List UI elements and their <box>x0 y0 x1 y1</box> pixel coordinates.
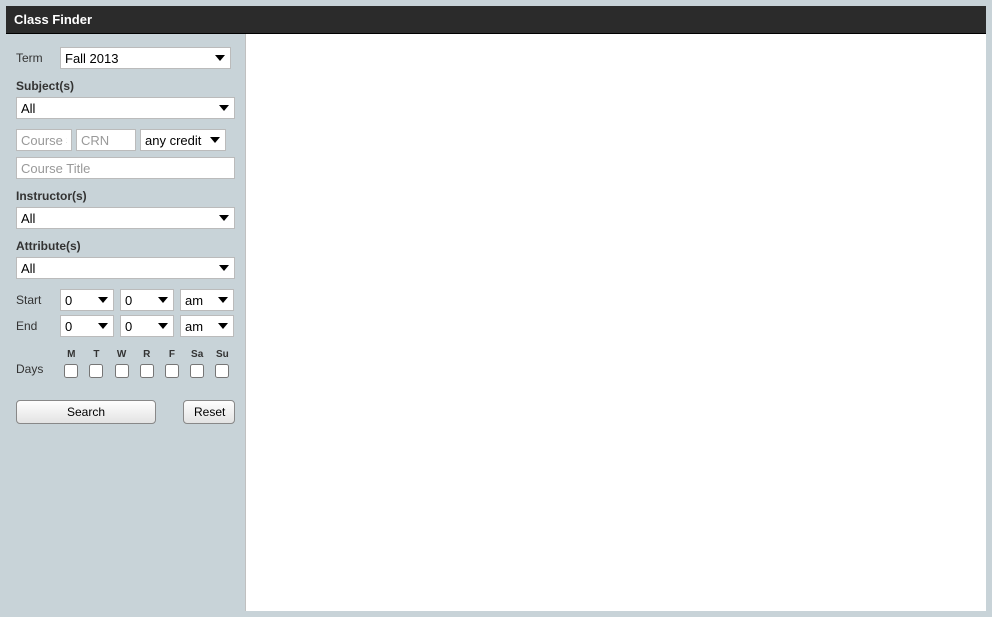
subject-select[interactable]: All <box>16 97 235 119</box>
end-hour-select[interactable]: 0 <box>60 315 114 337</box>
reset-button[interactable]: Reset <box>183 400 235 424</box>
days-label: Days <box>16 362 59 378</box>
page-title: Class Finder <box>14 12 92 27</box>
end-time-row: End 0 0 am <box>16 315 235 337</box>
day-col-su: Su <box>210 349 235 378</box>
main-container: Term Fall 2013 Subject(s) All any credit… <box>6 34 986 611</box>
day-label-f: F <box>159 349 184 360</box>
start-time-row: Start 0 0 am <box>16 289 235 311</box>
search-sidebar: Term Fall 2013 Subject(s) All any credit… <box>6 34 245 611</box>
day-label-sa: Sa <box>185 349 210 360</box>
days-row: Days M T W R F Sa <box>16 349 235 378</box>
instructor-label: Instructor(s) <box>16 189 235 203</box>
button-row: Search Reset <box>16 400 235 424</box>
day-col-w: W <box>109 349 134 378</box>
start-label: Start <box>16 293 54 307</box>
course-title-input[interactable] <box>16 157 235 179</box>
day-col-t: T <box>84 349 109 378</box>
day-checkbox-sa[interactable] <box>190 364 204 378</box>
results-panel <box>245 34 986 611</box>
day-checkbox-m[interactable] <box>64 364 78 378</box>
day-col-m: M <box>59 349 84 378</box>
credit-select[interactable]: any credit <box>140 129 226 151</box>
day-checkbox-su[interactable] <box>215 364 229 378</box>
day-checkbox-w[interactable] <box>115 364 129 378</box>
course-crn-row: any credit <box>16 129 235 151</box>
day-label-r: R <box>134 349 159 360</box>
term-label: Term <box>16 51 60 65</box>
end-ampm-select[interactable]: am <box>180 315 234 337</box>
term-select[interactable]: Fall 2013 <box>60 47 231 69</box>
day-checkbox-f[interactable] <box>165 364 179 378</box>
search-button[interactable]: Search <box>16 400 156 424</box>
day-col-sa: Sa <box>185 349 210 378</box>
end-minute-select[interactable]: 0 <box>120 315 174 337</box>
crn-input[interactable] <box>76 129 136 151</box>
subject-label: Subject(s) <box>16 79 235 93</box>
start-hour-select[interactable]: 0 <box>60 289 114 311</box>
start-ampm-select[interactable]: am <box>180 289 234 311</box>
course-number-input[interactable] <box>16 129 72 151</box>
day-col-r: R <box>134 349 159 378</box>
page-header: Class Finder <box>6 6 986 34</box>
attribute-label: Attribute(s) <box>16 239 235 253</box>
end-label: End <box>16 319 54 333</box>
day-label-t: T <box>84 349 109 360</box>
day-checkbox-t[interactable] <box>89 364 103 378</box>
day-label-w: W <box>109 349 134 360</box>
day-checkbox-r[interactable] <box>140 364 154 378</box>
day-col-f: F <box>159 349 184 378</box>
attribute-select[interactable]: All <box>16 257 235 279</box>
start-minute-select[interactable]: 0 <box>120 289 174 311</box>
term-row: Term Fall 2013 <box>16 47 235 69</box>
day-label-m: M <box>59 349 84 360</box>
day-label-su: Su <box>210 349 235 360</box>
instructor-select[interactable]: All <box>16 207 235 229</box>
